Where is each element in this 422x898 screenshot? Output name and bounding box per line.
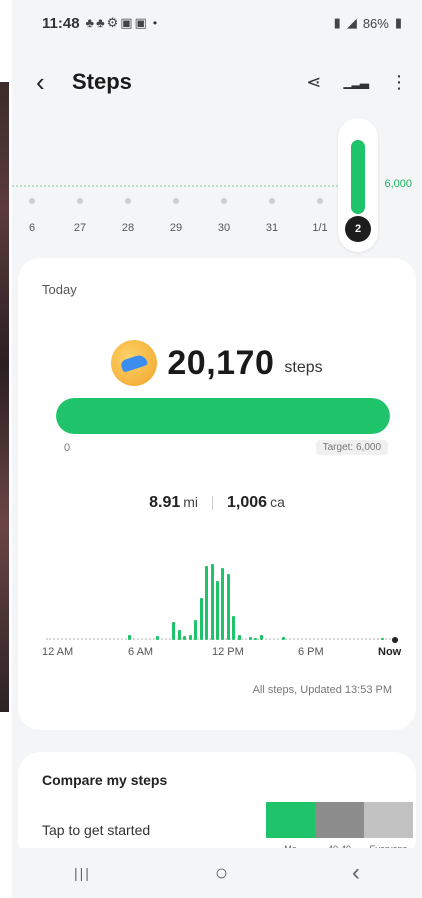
battery-icon: ▮ xyxy=(394,15,402,30)
hour-axis-label: 12 PM xyxy=(212,646,244,658)
selected-day-label[interactable]: 2 xyxy=(345,216,371,242)
hourly-bar xyxy=(221,568,225,640)
hourly-bar xyxy=(237,635,241,640)
compare-title: Compare my steps xyxy=(42,772,168,788)
hourly-axis-labels: 12 AM 6 AM 12 PM 6 PM Now xyxy=(42,646,414,662)
hourly-steps-chart xyxy=(46,554,398,643)
distance-unit: mi xyxy=(183,494,199,510)
app-bar-actions: ⋖ ▁▂▃ ⋮ xyxy=(306,72,408,93)
notification-icons: ♣♣⚙▣▣ xyxy=(85,15,149,30)
calories-metric: 1,006 ca xyxy=(227,494,285,512)
hourly-bar xyxy=(183,636,187,640)
hourly-bar xyxy=(155,636,159,640)
hourly-bar xyxy=(281,637,285,640)
hour-axis-label: Now xyxy=(378,646,402,658)
compare-bar xyxy=(266,802,315,838)
hourly-bar xyxy=(177,630,181,640)
background-wallpaper-strip xyxy=(0,0,9,898)
calories-unit: ca xyxy=(270,494,285,510)
hourly-bar xyxy=(226,574,230,640)
status-time: 11:48 xyxy=(42,14,80,32)
hourly-bar xyxy=(172,622,176,640)
nav-back-button[interactable]: ‹ xyxy=(352,859,360,887)
selected-day-bar xyxy=(351,140,365,214)
steps-screen: 11:48 ♣♣⚙▣▣ • ▮ ◢ 86% ▮ ‹ Steps ⋖ ▁▂▃ ⋮ … xyxy=(12,0,422,898)
progress-start-label: 0 xyxy=(64,442,71,454)
hourly-bar xyxy=(188,635,192,640)
compare-subtitle[interactable]: Tap to get started xyxy=(42,822,150,838)
day-marker[interactable] xyxy=(221,198,227,204)
day-label[interactable]: 29 xyxy=(161,222,191,234)
steps-unit: steps xyxy=(284,359,323,376)
recents-button[interactable]: ||| xyxy=(74,865,91,881)
distance-value: 8.91 xyxy=(149,494,181,511)
hour-axis-label: 12 AM xyxy=(42,646,74,658)
hourly-bar xyxy=(194,620,198,640)
day-marker[interactable] xyxy=(269,198,275,204)
hourly-bar xyxy=(128,635,132,640)
signal-icon: ◢ xyxy=(346,15,357,30)
status-dot: • xyxy=(152,16,158,30)
compare-bar xyxy=(364,802,413,838)
day-marker[interactable] xyxy=(173,198,179,204)
calories-value: 1,006 xyxy=(227,494,268,511)
day-label[interactable]: 1/1 xyxy=(305,222,335,234)
goal-line xyxy=(12,185,374,187)
steps-progress-fill xyxy=(56,398,390,434)
day-marker[interactable] xyxy=(29,198,35,204)
hour-axis-label: 6 AM xyxy=(128,646,154,658)
goal-label: 6,000 xyxy=(384,178,412,190)
today-label: Today xyxy=(42,282,77,297)
daily-steps-chart: 6,000 6 27 28 29 30 31 1/1 2 xyxy=(12,112,422,252)
hourly-bar xyxy=(232,616,236,640)
hourly-bar xyxy=(380,638,384,640)
hourly-bar xyxy=(210,564,214,640)
target-label: Target: 6,000 xyxy=(315,440,388,455)
activity-metrics: 8.91 mi 1,006 ca xyxy=(18,494,416,512)
compare-bars xyxy=(266,802,413,838)
steps-count: 20,170 xyxy=(167,343,275,382)
day-label[interactable]: 30 xyxy=(209,222,239,234)
day-label[interactable]: 6 xyxy=(17,222,47,234)
back-button[interactable]: ‹ xyxy=(36,67,66,98)
hourly-bar xyxy=(199,598,203,640)
hour-axis-label: 6 PM xyxy=(298,646,324,658)
battery-percent: 86% xyxy=(362,15,389,31)
hourly-bar xyxy=(259,635,263,640)
distance-metric: 8.91 mi xyxy=(149,494,198,512)
day-marker[interactable] xyxy=(125,198,131,204)
home-button[interactable]: ○ xyxy=(215,860,228,886)
status-right: ▮ ◢ 86% ▮ xyxy=(334,15,402,31)
day-marker[interactable] xyxy=(77,198,83,204)
hourly-bar xyxy=(205,566,209,640)
day-label[interactable]: 31 xyxy=(257,222,287,234)
hourly-bar xyxy=(216,581,219,640)
app-bar: ‹ Steps ⋖ ▁▂▃ ⋮ xyxy=(12,56,422,108)
steps-progress-bar xyxy=(56,398,390,434)
system-nav-bar: ||| ○ ‹ xyxy=(12,848,422,898)
metrics-divider xyxy=(212,496,214,510)
page-title: Steps xyxy=(72,69,132,94)
stats-icon[interactable]: ▁▂▃ xyxy=(343,75,369,89)
compare-steps-card[interactable]: Compare my steps Tap to get started Me40… xyxy=(18,752,416,862)
updated-note: All steps, Updated 13:53 PM xyxy=(252,684,392,696)
hourly-bar xyxy=(248,637,252,640)
share-icon[interactable]: ⋖ xyxy=(306,72,321,93)
day-marker[interactable] xyxy=(317,198,323,204)
day-label[interactable]: 27 xyxy=(65,222,95,234)
current-time-marker xyxy=(392,637,398,643)
steps-summary: 20,170 steps xyxy=(18,340,416,386)
wallpaper-photo xyxy=(0,82,9,712)
today-card: Today 20,170 steps 0 Target: 6,000 8.91 m… xyxy=(18,258,416,730)
status-bar: 11:48 ♣♣⚙▣▣ • ▮ ◢ 86% ▮ xyxy=(12,0,422,46)
running-shoe-icon xyxy=(111,340,158,386)
more-options-icon[interactable]: ⋮ xyxy=(390,72,408,93)
battery-saver-icon: ▮ xyxy=(333,15,341,30)
day-label[interactable]: 28 xyxy=(113,222,143,234)
compare-bar xyxy=(315,802,364,838)
